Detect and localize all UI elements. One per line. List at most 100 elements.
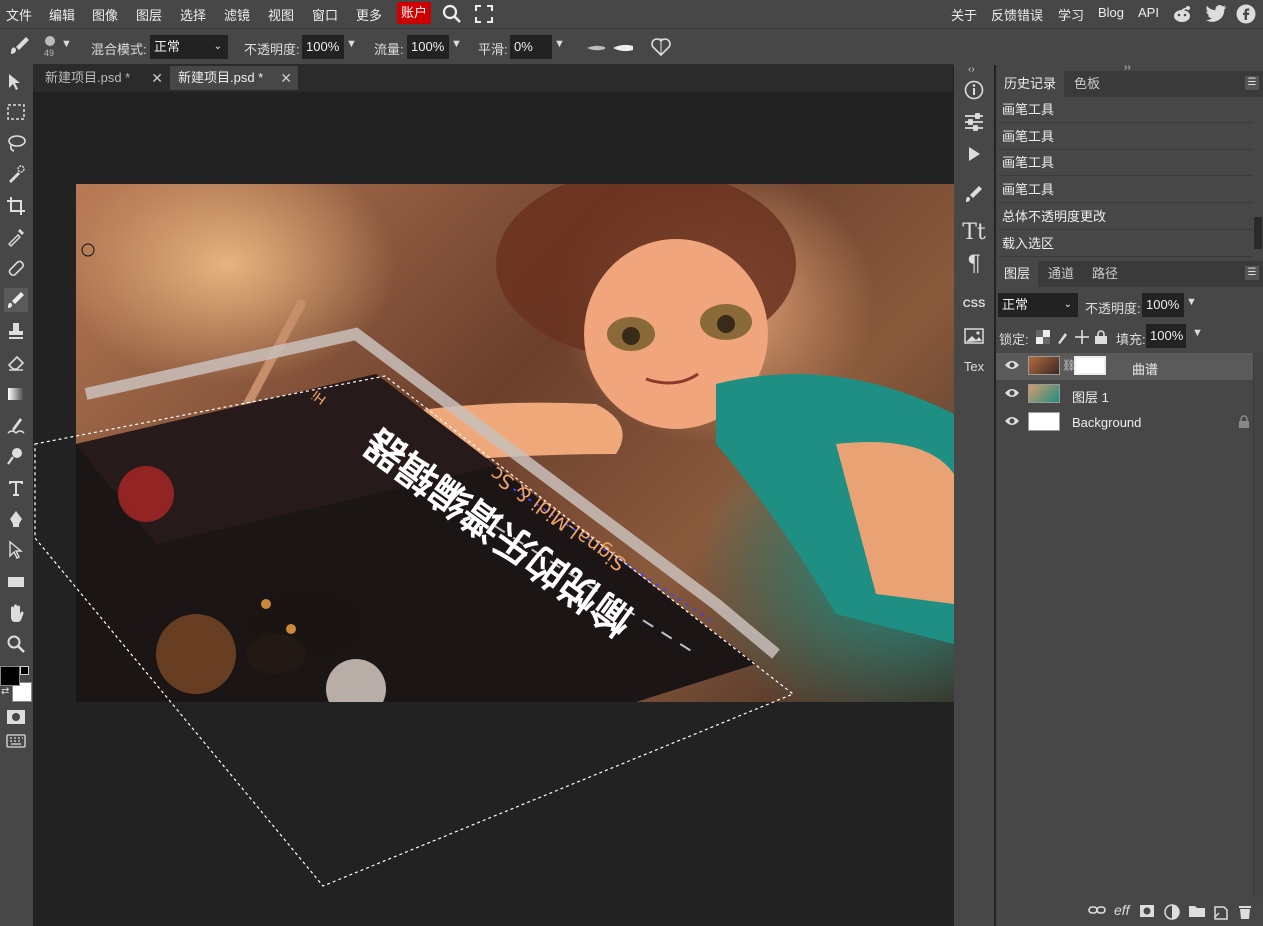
zoom-tool-icon[interactable] (4, 632, 28, 656)
quick-mask-icon[interactable] (4, 705, 28, 729)
pen-tool-icon[interactable] (4, 507, 28, 531)
gradient-tool-icon[interactable] (4, 382, 28, 406)
adjustment-icon[interactable] (1164, 904, 1180, 923)
reddit-icon[interactable] (1171, 3, 1193, 28)
history-scrollbar[interactable] (1254, 217, 1262, 249)
history-item[interactable]: 画笔工具 (998, 150, 1253, 176)
menu-layer[interactable]: 图层 (136, 5, 162, 24)
smoothing-input[interactable]: 0% (510, 35, 552, 59)
layer-blend-select[interactable]: 正常 ⌄ (998, 293, 1078, 317)
twitter-icon[interactable] (1205, 4, 1227, 27)
css-panel-icon[interactable]: CSS (958, 290, 990, 318)
text-tool-icon[interactable] (4, 476, 28, 500)
move-tool-icon[interactable] (4, 70, 28, 94)
menu-image[interactable]: 图像 (92, 5, 118, 24)
new-layer-icon[interactable] (1213, 904, 1229, 923)
eye-icon[interactable] (1004, 415, 1020, 430)
history-item[interactable]: 载入选区 (998, 231, 1253, 257)
brush-tool-icon[interactable] (4, 288, 28, 312)
history-item[interactable]: 画笔工具 (998, 97, 1253, 123)
history-item[interactable]: 总体不透明度更改 (998, 204, 1253, 230)
menu-window[interactable]: 窗口 (312, 5, 338, 24)
tab-document-2[interactable]: 新建项目.psd * ✕ (170, 66, 298, 90)
tab-channels[interactable]: 通道 (1040, 261, 1082, 287)
flow-slider-caret[interactable]: ▼ (451, 38, 462, 50)
effects-icon[interactable]: eff (1114, 902, 1130, 918)
default-colors-icon[interactable] (20, 666, 29, 675)
layers-scrollbar[interactable] (1253, 353, 1263, 897)
tex-panel-icon[interactable]: Tex (958, 352, 990, 380)
brush-tool-icon[interactable] (8, 35, 36, 60)
history-menu-icon[interactable]: ☰ (1245, 76, 1259, 90)
path-select-tool-icon[interactable] (4, 538, 28, 562)
info-icon[interactable] (958, 76, 990, 104)
healing-tool-icon[interactable] (4, 256, 28, 280)
lasso-tool-icon[interactable] (4, 131, 28, 155)
eraser-tool-icon[interactable] (4, 350, 28, 374)
hand-tool-icon[interactable] (4, 601, 28, 625)
document-canvas[interactable]: 愉悦的乐谱编辑器 Signal-Midi & Sc Hi (76, 184, 954, 702)
menu-account[interactable]: 账户 (397, 2, 431, 24)
paragraph-icon[interactable]: ¶ (958, 250, 990, 278)
image-panel-icon[interactable] (958, 322, 990, 350)
link-learn[interactable]: 学习 (1058, 5, 1084, 24)
layer-row-background[interactable]: Background (996, 409, 1253, 436)
color-swatches[interactable]: ⇄ (0, 666, 32, 702)
link-about[interactable]: 关于 (951, 5, 977, 24)
layers-menu-icon[interactable]: ☰ (1245, 266, 1259, 280)
history-item[interactable]: 画笔工具 (998, 177, 1253, 203)
trash-icon[interactable] (1238, 904, 1252, 923)
flow-input[interactable]: 100% (407, 35, 449, 59)
facebook-icon[interactable] (1236, 4, 1256, 27)
fullscreen-icon[interactable] (475, 5, 493, 26)
layer-opacity-input[interactable]: 100% (1142, 293, 1184, 317)
mask-icon[interactable] (1139, 904, 1155, 921)
folder-icon[interactable] (1188, 904, 1206, 921)
link-blog[interactable]: Blog (1098, 5, 1124, 20)
eye-icon[interactable] (1004, 359, 1020, 374)
symmetry-icon[interactable] (650, 37, 672, 60)
menu-edit[interactable]: 编辑 (49, 5, 75, 24)
keyboard-icon[interactable] (4, 729, 28, 753)
link-feedback[interactable]: 反馈错误 (991, 5, 1043, 24)
link-icon[interactable] (1088, 904, 1106, 919)
collapse-panel-icon[interactable]: ‹› (968, 64, 975, 75)
opacity-input[interactable]: 100% (302, 35, 344, 59)
dodge-tool-icon[interactable] (4, 444, 28, 468)
tab-layers[interactable]: 图层 (996, 261, 1039, 287)
menu-filter[interactable]: 滤镜 (224, 5, 250, 24)
smoothing-slider-caret[interactable]: ▼ (554, 38, 565, 50)
link-api[interactable]: API (1138, 5, 1159, 20)
quick-select-tool-icon[interactable] (4, 162, 28, 186)
menu-view[interactable]: 视图 (268, 5, 294, 24)
layer-mask-thumbnail[interactable] (1074, 356, 1106, 375)
shape-tool-icon[interactable] (4, 570, 28, 594)
layer-opacity-caret[interactable]: ▼ (1186, 296, 1197, 308)
layer-row-layer1[interactable]: 图层 1 (996, 381, 1253, 408)
lock-transparency-icon[interactable] (1036, 330, 1050, 347)
history-item[interactable]: 画笔工具 (998, 124, 1253, 150)
tab-swatches[interactable]: 色板 (1066, 71, 1108, 97)
eyedropper-tool-icon[interactable] (4, 225, 28, 249)
menu-file[interactable]: 文件 (6, 5, 32, 24)
tab-document-1[interactable]: 新建项目.psd * ✕ (37, 66, 169, 90)
close-icon[interactable]: ✕ (151, 66, 163, 90)
layer-row-score[interactable]: ⛓ 曲谱 (996, 353, 1253, 380)
opacity-slider-caret[interactable]: ▼ (346, 38, 357, 50)
lock-position-icon[interactable] (1074, 329, 1090, 348)
fill-input[interactable]: 100% (1146, 324, 1186, 348)
fill-caret[interactable]: ▼ (1192, 327, 1203, 339)
tab-paths[interactable]: 路径 (1084, 261, 1126, 287)
menu-more[interactable]: 更多 (356, 5, 382, 24)
swap-colors-icon[interactable]: ⇄ (1, 686, 9, 697)
pressure-opacity-icon[interactable] (612, 41, 634, 56)
close-icon[interactable]: ✕ (280, 66, 292, 90)
brush-settings-icon[interactable] (958, 180, 990, 208)
eye-icon[interactable] (1004, 387, 1020, 402)
stamp-tool-icon[interactable] (4, 319, 28, 343)
lock-pixels-icon[interactable] (1056, 329, 1070, 348)
brush-preset-caret[interactable]: ▼ (61, 38, 72, 50)
pressure-size-icon[interactable] (586, 41, 606, 56)
lock-all-icon[interactable] (1094, 329, 1108, 348)
blend-mode-select[interactable]: 正常 ⌄ (150, 35, 228, 59)
